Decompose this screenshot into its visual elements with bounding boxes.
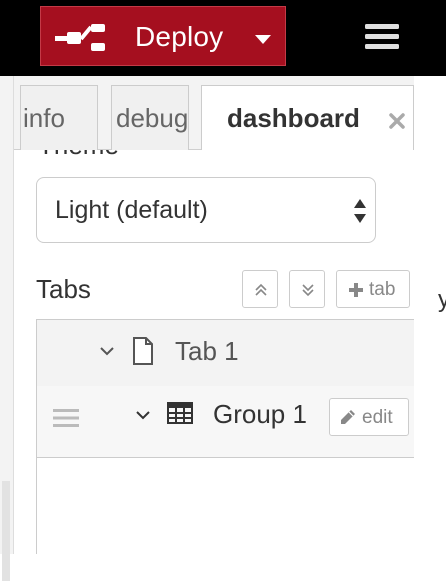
- tab-debug[interactable]: debug: [111, 85, 189, 151]
- tab-info-label: info: [23, 103, 65, 133]
- background-text-fragment: y: [438, 286, 446, 313]
- right-margin: [414, 76, 446, 554]
- pencil-icon: [341, 410, 355, 424]
- chevron-down-icon[interactable]: [99, 346, 115, 356]
- tree-tab-row[interactable]: Tab 1: [37, 320, 414, 386]
- deploy-icon: [55, 24, 105, 51]
- theme-heading: Theme: [38, 150, 119, 161]
- header-bar: Deploy: [0, 0, 446, 76]
- sidebar-tab-bar: info debug dashboard: [14, 76, 414, 152]
- chevron-down-icon[interactable]: [135, 410, 151, 420]
- add-tab-button[interactable]: tab: [336, 270, 410, 308]
- double-chevron-down-icon: [302, 284, 314, 297]
- edit-label: edit: [362, 407, 393, 428]
- deploy-button[interactable]: Deploy: [40, 6, 286, 66]
- tabs-heading: Tabs: [36, 274, 91, 304]
- select-arrows-icon: [354, 199, 366, 223]
- theme-select-value: Light (default): [55, 196, 208, 224]
- hamburger-menu-icon[interactable]: [364, 22, 400, 52]
- chevron-down-icon[interactable]: [253, 33, 273, 45]
- left-edge-strip: [0, 76, 14, 581]
- edit-group-button[interactable]: edit: [329, 398, 409, 436]
- tab-info[interactable]: info: [20, 85, 98, 151]
- tab-dashboard[interactable]: dashboard: [201, 85, 414, 152]
- tabs-tree: Tab 1 Group 1 edit: [36, 319, 414, 554]
- tree-tab-label: Tab 1: [175, 336, 239, 366]
- file-icon: [133, 337, 153, 365]
- double-chevron-up-icon: [255, 283, 267, 296]
- drag-handle-icon[interactable]: [53, 408, 79, 428]
- tree-group-row[interactable]: Group 1 edit: [37, 386, 414, 458]
- collapse-all-button[interactable]: [242, 270, 278, 308]
- add-tab-label: tab: [369, 279, 396, 300]
- deploy-label: Deploy: [135, 21, 224, 52]
- tab-dashboard-label: dashboard: [227, 103, 360, 133]
- resize-handle[interactable]: [2, 481, 10, 581]
- table-icon: [167, 402, 193, 424]
- tab-debug-label: debug: [116, 103, 189, 133]
- tree-group-label: Group 1: [213, 399, 307, 429]
- close-icon[interactable]: [388, 112, 406, 130]
- plus-icon: [349, 283, 363, 297]
- dashboard-panel: Theme Light (default) Tabs tab: [14, 150, 414, 554]
- theme-select[interactable]: Light (default): [36, 177, 376, 243]
- expand-all-button[interactable]: [289, 270, 325, 308]
